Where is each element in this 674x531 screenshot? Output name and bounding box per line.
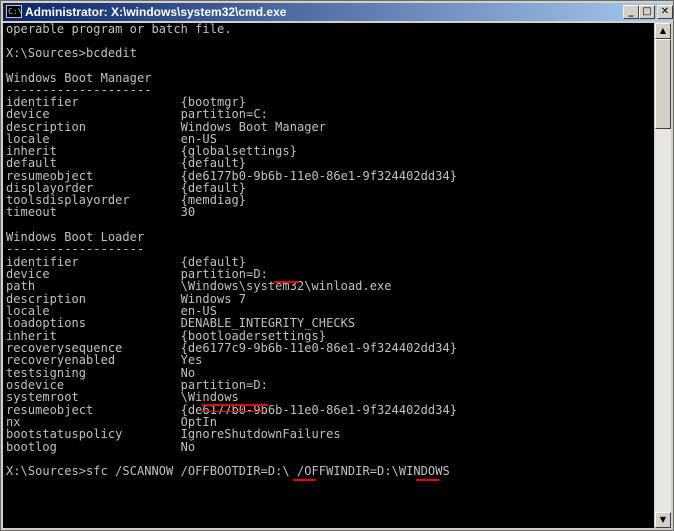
console-line: path \Windows\system32\winload.exe [6,279,392,293]
scrollbar-thumb[interactable] [655,39,671,129]
close-button[interactable]: ✕ [657,5,673,19]
cmd-app-icon[interactable]: C:\ [6,5,22,18]
annotation-strike-resumeobject [202,411,266,412]
console-line: recoveryenabled Yes [6,353,203,367]
cmd-window: C:\ Administrator: X:\windows\system32\c… [0,0,674,531]
vertical-scrollbar[interactable]: ▲ ▼ [655,23,671,528]
scroll-down-arrow-icon[interactable]: ▼ [655,512,671,528]
console-line: X:\Sources>sfc /SCANNOW /OFFBOOTDIR=D:\ … [6,464,450,478]
console-line: X:\Sources>bcdedit [6,46,137,60]
console-line: loadoptions DENABLE_INTEGRITY_CHECKS [6,316,356,330]
console-line: timeout 30 [6,205,196,219]
console-output[interactable]: operable program or batch file. X:\Sourc… [3,23,654,528]
console-line: bootlog No [6,440,196,454]
console-line: bootstatuspolicy IgnoreShutdownFailures [6,427,341,441]
annotation-underline-systemroot [202,404,268,406]
console-line: operable program or batch file. [6,23,232,36]
scroll-up-arrow-icon[interactable]: ▲ [655,23,671,39]
window-title: Administrator: X:\windows\system32\cmd.e… [25,5,287,19]
maximize-button[interactable]: □ [639,5,655,19]
console-line: default {default} [6,156,247,170]
title-bar[interactable]: C:\ Administrator: X:\windows\system32\c… [3,3,673,21]
console-line: systemroot \Windows [6,390,239,404]
console-line: ------------------- [6,242,145,256]
annotation-underline-offbootdir [293,479,316,481]
console-line: device partition=C: [6,107,268,121]
annotation-underline-offwindir [416,479,439,481]
minimize-button[interactable]: _ [623,5,639,19]
annotation-underline-device [274,281,299,283]
